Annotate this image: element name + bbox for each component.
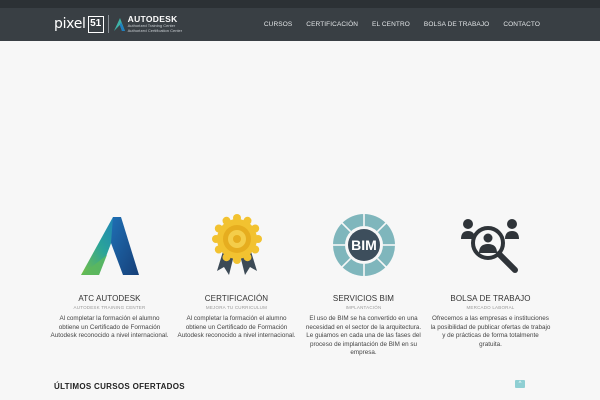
feature-description: Al completar la formación el alumno obti… <box>50 315 169 340</box>
logo-51-box: 51 <box>87 15 104 33</box>
certificate-medal-icon[interactable] <box>197 205 277 285</box>
autodesk-logo-icon[interactable] <box>70 205 150 285</box>
features-section: ATC AUTODESK AUTODESK TRAINING CENTER Al… <box>46 205 554 358</box>
feature-servicios-bim: BIM SERVICIOS BIM IMPLANTACIÓN El uso de… <box>300 205 427 358</box>
feature-description: El uso de BIM se ha convertido en una ne… <box>305 315 422 357</box>
main-nav: CURSOS CERTIFICACIÓN EL CENTRO BOLSA DE … <box>250 8 540 41</box>
feature-description: Ofrecemos a las empresas e instituciones… <box>430 315 551 348</box>
autodesk-acc-line: Authorized Certification Center <box>127 27 183 33</box>
bim-label: BIM <box>351 237 377 253</box>
feature-certificacion: CERTIFICACIÓN MEJORA TU CURRICULUM Al co… <box>173 205 300 358</box>
feature-subtitle: MERCADO LABORAL <box>466 305 515 310</box>
logo-divider <box>107 15 109 33</box>
feature-subtitle: MEJORA TU CURRICULUM <box>205 305 268 310</box>
scroll-to-top-button[interactable]: ^ <box>515 380 525 388</box>
nav-bolsa-de-trabajo[interactable]: BOLSA DE TRABAJO <box>424 21 489 28</box>
feature-description: Al completar la formación el alumno obti… <box>177 315 296 340</box>
feature-subtitle: IMPLANTACIÓN <box>345 305 382 310</box>
feature-bolsa-de-trabajo: BOLSA DE TRABAJO MERCADO LABORAL Ofrecem… <box>427 205 554 358</box>
nav-cursos[interactable]: CURSOS <box>264 21 292 28</box>
feature-title[interactable]: CERTIFICACIÓN <box>205 294 268 303</box>
feature-title[interactable]: SERVICIOS BIM <box>333 294 394 303</box>
job-search-icon[interactable] <box>451 205 531 285</box>
top-strip <box>0 0 600 8</box>
nav-contacto[interactable]: CONTACTO <box>503 21 540 28</box>
nav-certificacion[interactable]: CERTIFICACIÓN <box>306 21 358 28</box>
bim-cycle-icon[interactable]: BIM <box>324 205 404 285</box>
feature-title[interactable]: BOLSA DE TRABAJO <box>450 294 530 303</box>
feature-title[interactable]: ATC AUTODESK <box>78 294 140 303</box>
site-logo[interactable]: pixel 51 AUTODESK Authorized Training Ce… <box>54 13 182 35</box>
autodesk-partner-logo: AUTODESK Authorized Training Center Auth… <box>113 15 182 33</box>
nav-el-centro[interactable]: EL CENTRO <box>372 21 410 28</box>
logo-pixel-text: pixel <box>54 16 86 32</box>
feature-atc-autodesk: ATC AUTODESK AUTODESK TRAINING CENTER Al… <box>46 205 173 358</box>
feature-subtitle: AUTODESK TRAINING CENTER <box>73 305 146 310</box>
latest-courses-heading: ÚLTIMOS CURSOS OFERTADOS <box>54 382 185 391</box>
autodesk-mark-icon <box>113 17 125 31</box>
